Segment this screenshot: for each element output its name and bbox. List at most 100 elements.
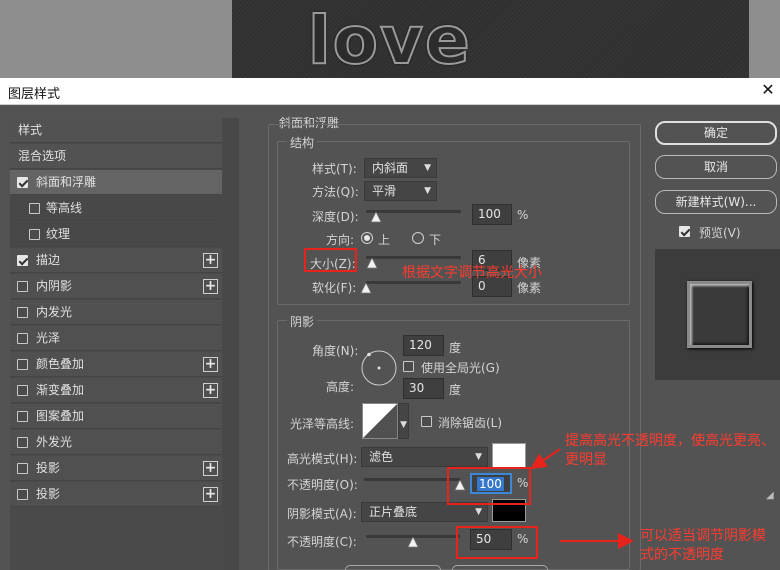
style-list-checkbox[interactable] bbox=[17, 489, 28, 500]
style-list-item[interactable]: 斜面和浮雕 bbox=[10, 170, 222, 195]
style-list: 样式 混合选项 斜面和浮雕 等高线 纹理 描边 + 内阴影 + 内发光 光泽 颜色叠加 + 渐变叠加 + 图案… bbox=[10, 118, 239, 570]
size-slider-track[interactable] bbox=[366, 256, 461, 259]
shadow-opacity-slider-thumb[interactable] bbox=[407, 537, 419, 548]
highlight-annotation-text: 提高高光不透明度，使高光更亮、更明显 bbox=[565, 433, 775, 468]
reset-default-button[interactable] bbox=[452, 565, 548, 570]
chevron-down-icon: ▼ bbox=[475, 452, 482, 462]
anti-aliased-label: 消除锯齿(L) bbox=[438, 416, 503, 430]
gloss-contour-label: 光泽等高线: bbox=[290, 417, 355, 431]
gloss-contour-dropdown[interactable]: ▼ bbox=[398, 403, 409, 439]
style-list-checkbox[interactable] bbox=[17, 333, 28, 344]
direction-up-radio[interactable] bbox=[361, 232, 373, 244]
add-effect-icon[interactable]: + bbox=[203, 383, 218, 398]
style-list-item[interactable]: 描边 + bbox=[10, 248, 222, 273]
size-annotation-text: 根据文字调节高光大小 bbox=[402, 265, 542, 281]
style-list-scrollbar[interactable] bbox=[223, 118, 239, 570]
style-list-item[interactable]: 颜色叠加 + bbox=[10, 352, 222, 377]
add-effect-icon[interactable]: + bbox=[203, 279, 218, 294]
style-list-item-label: 内阴影 bbox=[36, 279, 73, 293]
structure-title: 结构 bbox=[287, 134, 318, 151]
preview-checkbox[interactable] bbox=[679, 226, 690, 237]
altitude-value: 30 bbox=[409, 381, 425, 395]
highlight-opacity-slider-track[interactable] bbox=[364, 478, 460, 481]
love-text: love bbox=[307, 1, 472, 78]
technique-dropdown-value: 平滑 bbox=[372, 184, 397, 198]
style-preview-thumbnail bbox=[655, 249, 780, 380]
dialog-title: 图层样式 bbox=[8, 87, 61, 102]
shadow-mode-dropdown[interactable]: 正片叠底 ▼ bbox=[361, 502, 488, 522]
direction-up-label: 上 bbox=[378, 233, 391, 247]
style-list-item[interactable]: 样式 bbox=[10, 118, 222, 143]
style-list-item[interactable]: 内阴影 + bbox=[10, 274, 222, 299]
size-annotation-box bbox=[304, 248, 357, 272]
style-list-item[interactable]: 纹理 bbox=[10, 222, 222, 247]
style-list-item-label: 混合选项 bbox=[18, 149, 67, 163]
style-list-item-label: 光泽 bbox=[36, 331, 61, 345]
style-list-item[interactable]: 渐变叠加 + bbox=[10, 378, 222, 403]
anti-aliased-checkbox[interactable] bbox=[421, 416, 432, 427]
add-effect-icon[interactable]: + bbox=[203, 357, 218, 372]
soften-slider-thumb[interactable] bbox=[360, 283, 372, 294]
style-list-checkbox[interactable] bbox=[17, 463, 28, 474]
global-light-checkbox[interactable] bbox=[403, 361, 414, 372]
ok-button[interactable]: 确定 bbox=[655, 121, 777, 145]
size-slider-thumb[interactable] bbox=[366, 258, 378, 269]
style-list-item[interactable]: 等高线 bbox=[10, 196, 222, 221]
direction-down-radio[interactable] bbox=[412, 232, 424, 244]
style-list-checkbox[interactable] bbox=[17, 307, 28, 318]
highlight-color-swatch[interactable] bbox=[492, 443, 526, 468]
add-effect-icon[interactable]: + bbox=[203, 461, 218, 476]
style-list-item-label: 外发光 bbox=[36, 435, 73, 449]
style-list-checkbox[interactable] bbox=[17, 255, 28, 266]
style-list-checkbox[interactable] bbox=[29, 203, 40, 214]
style-list-item[interactable]: 投影 + bbox=[10, 482, 222, 507]
depth-unit: % bbox=[517, 208, 529, 222]
chevron-down-icon: ▼ bbox=[475, 507, 482, 517]
altitude-label: 高度: bbox=[326, 380, 355, 394]
make-default-button[interactable] bbox=[345, 565, 441, 570]
close-icon[interactable]: ✕ bbox=[758, 80, 778, 100]
depth-value: 100 bbox=[478, 207, 501, 221]
style-list-item[interactable]: 外发光 bbox=[10, 430, 222, 455]
style-list-checkbox[interactable] bbox=[17, 385, 28, 396]
style-list-item-label: 投影 bbox=[36, 461, 61, 475]
style-list-item[interactable]: 光泽 bbox=[10, 326, 222, 351]
add-effect-icon[interactable]: + bbox=[203, 487, 218, 502]
style-list-item-label: 图案叠加 bbox=[36, 409, 85, 423]
gloss-contour-thumbnail[interactable] bbox=[362, 403, 398, 439]
cancel-button[interactable]: 取消 bbox=[655, 155, 777, 179]
highlight-mode-dropdown[interactable]: 滤色 ▼ bbox=[361, 447, 488, 467]
angle-input[interactable]: 120 bbox=[403, 335, 444, 356]
style-list-item[interactable]: 投影 + bbox=[10, 456, 222, 481]
style-list-checkbox[interactable] bbox=[17, 177, 28, 188]
new-style-button[interactable]: 新建样式(W)... bbox=[655, 190, 777, 214]
style-list-checkbox[interactable] bbox=[17, 411, 28, 422]
chevron-down-icon: ▼ bbox=[424, 163, 431, 173]
shadow-mode-value: 正片叠底 bbox=[369, 505, 418, 519]
style-list-item-label: 等高线 bbox=[46, 201, 83, 215]
angle-dial[interactable] bbox=[360, 349, 398, 387]
depth-input[interactable]: 100 bbox=[472, 204, 512, 225]
shadow-opacity-label: 不透明度(C): bbox=[287, 535, 357, 549]
style-list-item-label: 颜色叠加 bbox=[36, 357, 85, 371]
style-list-item[interactable]: 图案叠加 bbox=[10, 404, 222, 429]
style-list-checkbox[interactable] bbox=[17, 359, 28, 370]
direction-label: 方向: bbox=[326, 233, 355, 247]
style-preview-square bbox=[687, 281, 752, 348]
style-list-checkbox[interactable] bbox=[29, 229, 40, 240]
style-list-checkbox[interactable] bbox=[17, 281, 28, 292]
global-light-label: 使用全局光(G) bbox=[421, 361, 500, 375]
style-list-checkbox[interactable] bbox=[17, 437, 28, 448]
depth-slider-thumb[interactable] bbox=[369, 212, 382, 223]
add-effect-icon[interactable]: + bbox=[203, 253, 218, 268]
preview-label: 预览(V) bbox=[699, 226, 741, 240]
altitude-input[interactable]: 30 bbox=[403, 378, 444, 399]
soften-label: 软化(F): bbox=[312, 281, 357, 295]
resize-grip-icon[interactable]: ◢ bbox=[766, 490, 774, 501]
style-list-item[interactable]: 混合选项 bbox=[10, 144, 222, 169]
style-dropdown[interactable]: 内斜面 ▼ bbox=[364, 158, 437, 178]
highlight-opacity-annotation-box bbox=[447, 467, 531, 505]
shadow-opacity-annotation-box bbox=[456, 526, 538, 559]
style-list-item[interactable]: 内发光 bbox=[10, 300, 222, 325]
technique-dropdown[interactable]: 平滑 ▼ bbox=[364, 181, 437, 201]
